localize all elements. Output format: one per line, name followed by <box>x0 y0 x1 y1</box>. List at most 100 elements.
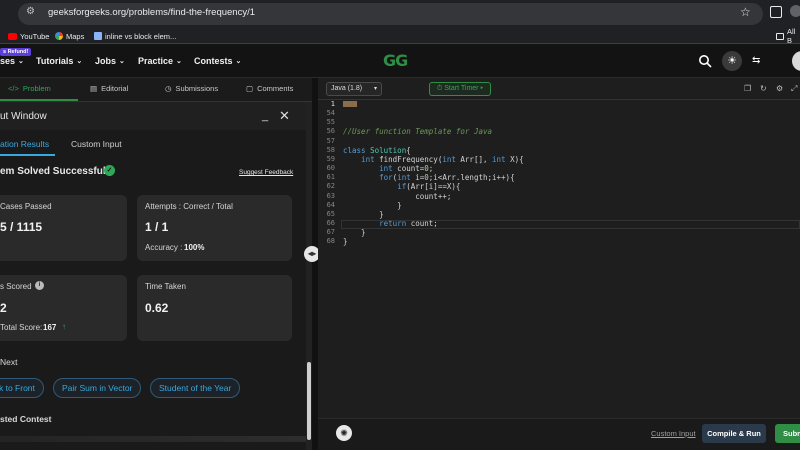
clock-icon: ◷ <box>165 84 172 93</box>
start-timer-button[interactable]: ⏱ Start Timer ▸ <box>429 82 491 96</box>
info-icon[interactable]: i <box>35 281 44 290</box>
code-line[interactable]: //User function Template for Java <box>343 127 492 136</box>
truncated-content <box>0 436 306 442</box>
refund-badge: s Refund! <box>0 48 32 56</box>
bookmark-label: YouTube <box>20 31 50 41</box>
output-window-header: ut Window _ ✕ <box>0 102 306 130</box>
timer-label: Start Timer <box>444 85 479 92</box>
bookmark-label: Maps <box>66 31 85 41</box>
suggested-problem[interactable]: Pair Sum in Vector <box>53 378 142 398</box>
translate-icon[interactable]: ⇆ <box>752 55 760 66</box>
accuracy-label: Accuracy : <box>145 243 183 252</box>
custom-input-link[interactable]: Custom Input <box>651 429 696 438</box>
nav-label: ses <box>0 56 16 66</box>
time-taken-value: 0.62 <box>145 301 169 315</box>
line-number: 65 <box>326 209 335 218</box>
tab-submissions[interactable]: ◷ Submissions <box>165 84 218 93</box>
comment-icon: ▢ <box>246 84 254 93</box>
tab-label: Submissions <box>175 84 219 93</box>
check-circle-icon: ✓ <box>104 165 115 176</box>
tab-comments[interactable]: ▢ Comments <box>246 84 293 93</box>
folded-region-marker[interactable] <box>343 101 357 107</box>
code-line[interactable]: count++; <box>343 192 451 201</box>
code-line[interactable]: for(int i=0;i<Arr.length;i++){ <box>343 173 514 182</box>
nav-courses[interactable]: ses ⌄ <box>0 56 24 66</box>
tab-compilation-results[interactable]: ation Results <box>0 139 49 149</box>
page-icon <box>94 32 102 40</box>
suggested-problem[interactable]: k to Front <box>0 378 44 398</box>
suggest-feedback-link[interactable]: Suggest Feedback <box>239 169 293 176</box>
nav-label: Tutorials <box>36 56 74 66</box>
code-line[interactable]: } <box>343 210 384 219</box>
score-card: s Scored i 2 Total Score: 167 ↑ <box>0 275 127 341</box>
output-window-title: ut Window <box>0 111 47 122</box>
copy-icon[interactable]: ❐ <box>744 84 751 93</box>
nav-label: Practice <box>138 56 174 66</box>
nav-tutorials[interactable]: Tutorials ⌄ <box>36 56 82 66</box>
address-bar[interactable]: ⚙ geeksforgeeks.org/problems/find-the-fr… <box>18 3 763 25</box>
document-icon: ▤ <box>90 84 98 93</box>
code-line[interactable]: int findFrequency(int Arr[], int X){ <box>343 155 524 164</box>
extensions-icon[interactable] <box>770 6 782 18</box>
submit-button[interactable]: Subm <box>775 424 800 443</box>
line-number: 63 <box>326 191 335 200</box>
theme-toggle-icon[interactable]: ☀ <box>722 51 742 71</box>
tab-custom-input[interactable]: Custom Input <box>71 139 122 149</box>
bookmark-youtube[interactable]: YouTube <box>8 30 49 42</box>
maps-icon <box>55 32 63 40</box>
bookmark-label: All B <box>786 27 796 45</box>
suggested-problem[interactable]: Student of the Year <box>150 378 241 398</box>
nav-contests[interactable]: Contests ⌄ <box>194 56 241 66</box>
profile-icon[interactable] <box>790 5 800 17</box>
code-line[interactable]: } <box>343 201 402 210</box>
total-score-value: 167 <box>43 323 57 332</box>
code-line[interactable]: if(Arr[i]==X){ <box>343 182 460 191</box>
editor-toolbar <box>318 78 800 100</box>
line-number: 59 <box>326 154 335 163</box>
site-info-icon[interactable]: ⚙ <box>26 6 35 17</box>
compile-run-button[interactable]: Compile & Run <box>702 424 766 443</box>
tab-problem[interactable]: </> Problem <box>8 84 51 93</box>
reset-icon[interactable]: ↻ <box>760 84 767 93</box>
left-scrollbar-thumb[interactable] <box>307 362 311 440</box>
solved-message: em Solved Successfully <box>0 166 114 177</box>
line-number: 58 <box>326 145 335 154</box>
line-number: 57 <box>326 136 335 145</box>
nav-jobs[interactable]: Jobs ⌄ <box>95 56 125 66</box>
nav-practice[interactable]: Practice ⌄ <box>138 56 182 66</box>
output-subtabs: ation Results Custom Input <box>0 130 306 156</box>
bookmark-inline-vs-block[interactable]: inline vs block elem... <box>94 30 176 42</box>
minimize-icon[interactable]: _ <box>262 110 268 122</box>
chevron-down-icon: ⌄ <box>76 58 83 65</box>
hint-bulb-icon[interactable]: ✺ <box>336 425 352 441</box>
code-line[interactable]: class Solution{ <box>343 146 411 155</box>
code-line[interactable]: } <box>343 237 348 246</box>
bookmark-star-icon[interactable]: ☆ <box>740 5 751 19</box>
close-icon[interactable]: ✕ <box>279 108 290 124</box>
line-number: 61 <box>326 173 335 182</box>
active-subtab-indicator <box>0 154 55 156</box>
chevron-down-icon: ⌄ <box>176 58 182 65</box>
next-section-label: Next <box>0 357 18 367</box>
line-number: 55 <box>326 118 335 127</box>
language-select[interactable]: Java (1.8) ▾ <box>326 82 382 96</box>
cases-passed-card: Cases Passed 5 / 1115 <box>0 195 127 261</box>
code-line[interactable]: int count=0; <box>343 164 433 173</box>
url-text: geeksforgeeks.org/problems/find-the-freq… <box>48 7 256 18</box>
line-number: 54 <box>326 109 335 118</box>
line-number: 56 <box>326 127 335 136</box>
fullscreen-icon[interactable]: ⤢ <box>791 84 797 94</box>
settings-icon[interactable]: ⚙ <box>776 84 783 93</box>
line-number: 64 <box>326 200 335 209</box>
all-bookmarks[interactable]: All B <box>776 27 800 45</box>
tab-editorial[interactable]: ▤ Editorial <box>90 84 128 93</box>
code-line[interactable]: return count; <box>343 219 438 228</box>
line-number: 68 <box>326 237 335 246</box>
bookmark-maps[interactable]: Maps <box>55 30 84 42</box>
line-number: 1 <box>330 100 335 108</box>
attempts-label: Attempts : Correct / Total <box>145 202 233 211</box>
gfg-logo[interactable]: GG <box>383 51 408 70</box>
timer-icon: ⏱ <box>436 85 443 92</box>
code-line[interactable]: } <box>343 228 366 237</box>
search-icon[interactable] <box>698 54 712 68</box>
